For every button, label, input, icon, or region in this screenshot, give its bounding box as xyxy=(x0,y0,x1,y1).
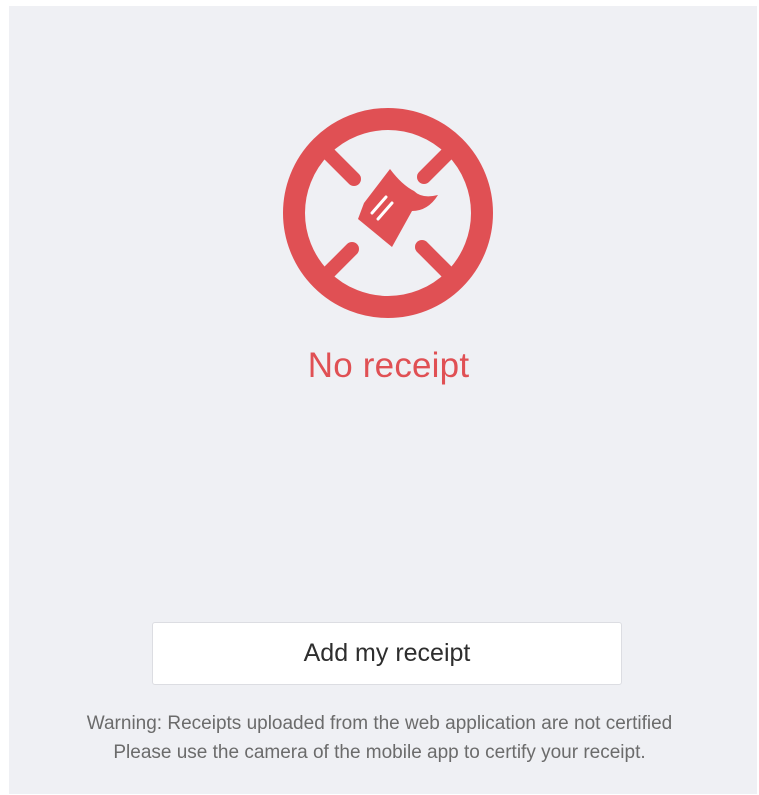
status-title: No receipt xyxy=(307,346,470,385)
warning-line-2: Please use the camera of the mobile app … xyxy=(113,742,646,763)
warning-message: Warning: Receipts uploaded from the web … xyxy=(0,709,759,767)
warning-line-1: Warning: Receipts uploaded from the web … xyxy=(86,713,673,734)
no-receipt-icon xyxy=(282,107,494,319)
add-receipt-button[interactable]: Add my receipt xyxy=(152,622,622,685)
